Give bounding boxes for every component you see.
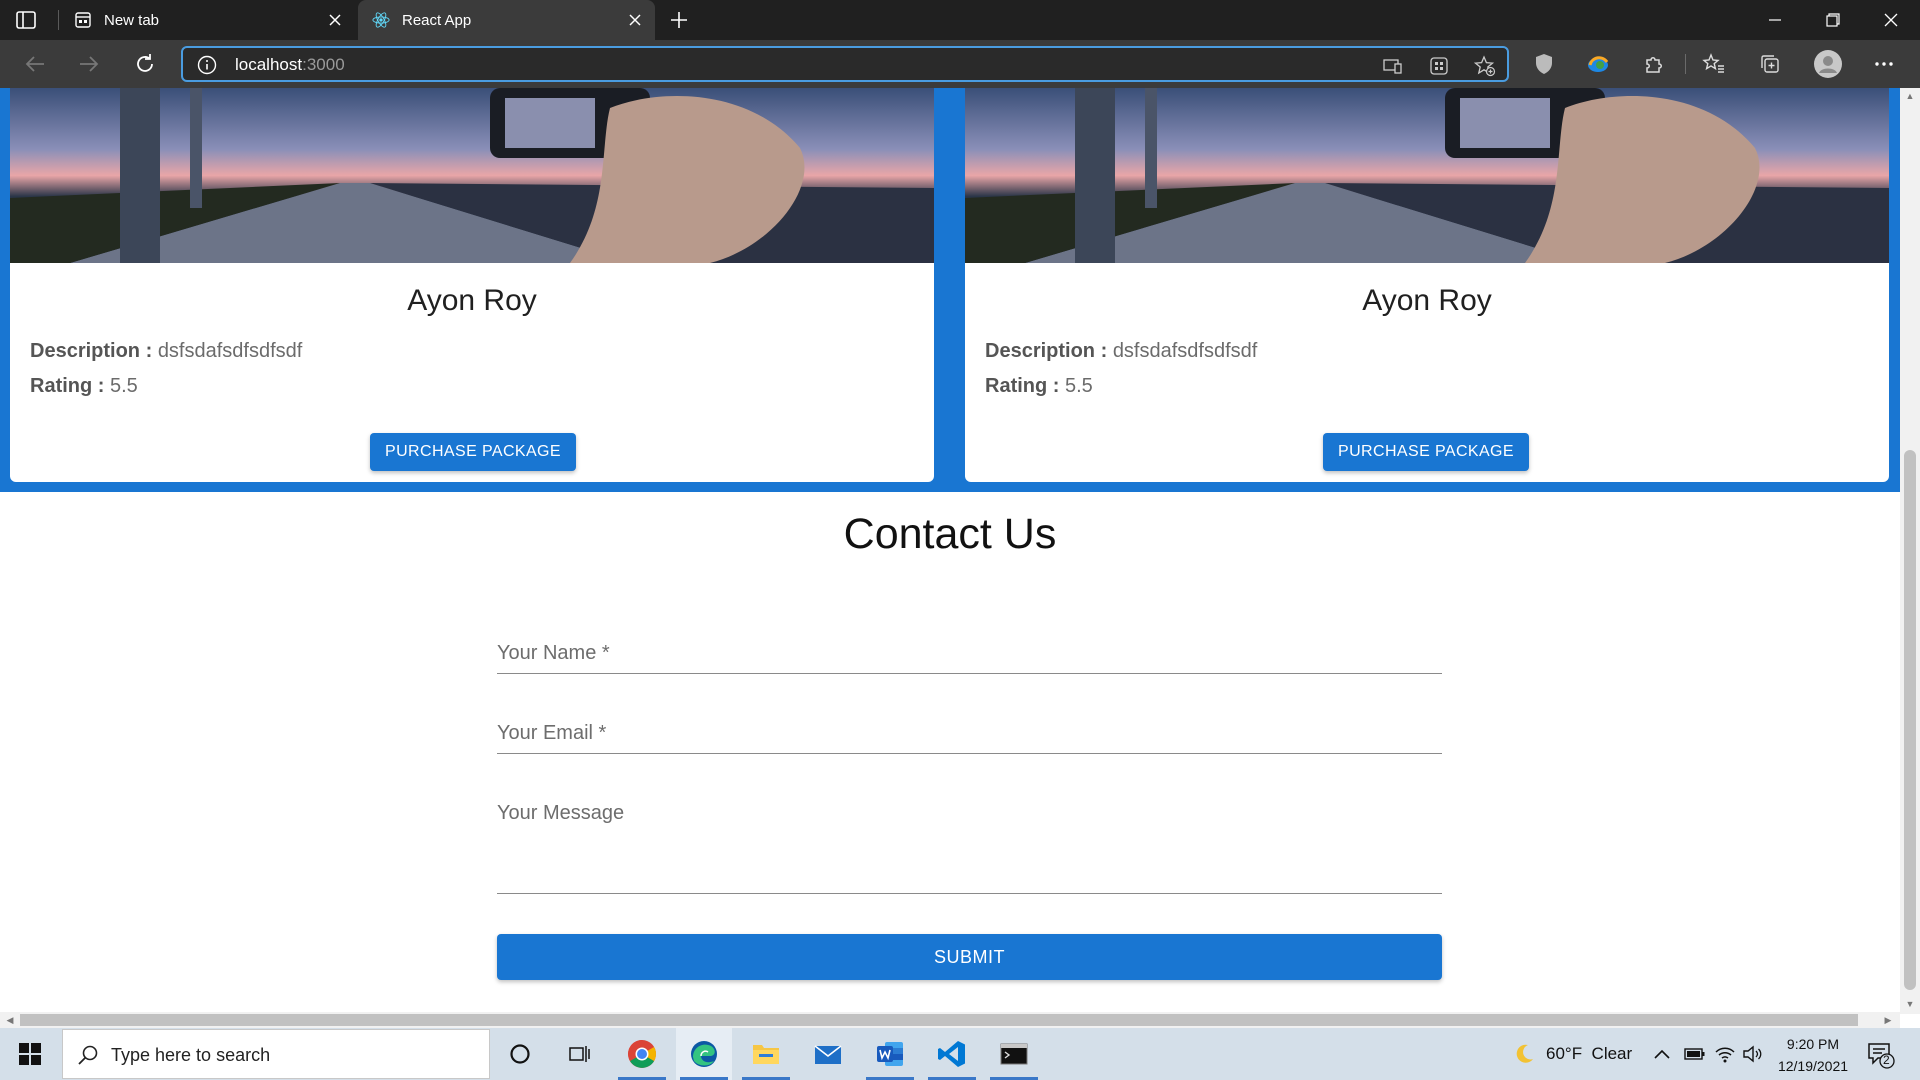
add-favorite-star-icon[interactable] <box>1474 55 1496 77</box>
tab-new-tab[interactable]: New tab <box>60 0 355 40</box>
moon-icon <box>1512 1042 1536 1066</box>
toolbar-separator <box>1685 54 1686 74</box>
show-hidden-icons-chevron-icon[interactable] <box>1654 1028 1670 1080</box>
package-description: Description : dsfsdafsdfsdfsdf <box>985 340 1257 363</box>
browser-tabstrip: New tab React App <box>0 0 1920 40</box>
notification-center-icon[interactable]: 2 <box>1866 1040 1896 1070</box>
profile-avatar-icon[interactable] <box>1814 50 1842 78</box>
tab-react-app[interactable]: React App <box>358 0 655 40</box>
notification-count-badge: 2 <box>1883 1053 1890 1067</box>
package-title: Ayon Roy <box>407 284 537 317</box>
name-field[interactable]: Your Name * <box>497 636 1442 674</box>
clock-time: 9:20 PM <box>1786 1036 1840 1052</box>
email-field-label: Your Email * <box>497 722 607 744</box>
weather-text: 60°F Clear <box>1546 1044 1633 1063</box>
search-placeholder: Type here to search <box>111 1045 271 1065</box>
description-value: dsfsdafsdfsdfsdf <box>157 340 303 362</box>
collections-icon[interactable] <box>1756 50 1784 78</box>
new-tab-button[interactable] <box>664 6 694 34</box>
cortana-icon[interactable] <box>492 1028 548 1080</box>
page-viewport: Ayon Roy Description : dsfsdafsdfsdfsdf … <box>0 88 1900 1014</box>
purchase-package-button[interactable]: PURCHASE PACKAGE <box>1323 433 1529 471</box>
rating-label: Rating : <box>985 375 1060 397</box>
address-bar[interactable]: localhost:3000 <box>181 46 1509 82</box>
apps-grid-icon[interactable] <box>1428 55 1450 77</box>
name-field-label: Your Name * <box>497 642 610 664</box>
back-arrow-icon[interactable] <box>18 48 52 80</box>
edge-browser-icon[interactable] <box>676 1028 732 1080</box>
extensions-puzzle-icon[interactable] <box>1640 50 1668 78</box>
package-photo <box>10 88 934 263</box>
scroll-up-arrow-icon[interactable]: ▲ <box>1900 88 1920 104</box>
close-tab-icon[interactable] <box>621 6 649 34</box>
package-description: Description : dsfsdafsdfsdfsdf <box>30 340 302 363</box>
word-icon[interactable] <box>862 1028 918 1080</box>
task-view-icon[interactable] <box>552 1028 608 1080</box>
package-photo <box>965 88 1889 263</box>
package-card: Ayon Roy Description : dsfsdafsdfsdfsdf … <box>10 88 934 482</box>
vertical-scrollbar[interactable]: ▲ ▼ <box>1900 88 1920 1014</box>
terminal-icon[interactable] <box>986 1028 1042 1080</box>
description-label: Description : <box>985 340 1108 362</box>
package-rating: Rating : 5.5 <box>30 375 138 398</box>
restore-window-icon[interactable] <box>1804 0 1862 40</box>
scroll-left-arrow-icon[interactable]: ◀ <box>2 1012 18 1028</box>
clock-date: 12/19/2021 <box>1777 1058 1849 1074</box>
chrome-icon[interactable] <box>614 1028 670 1080</box>
packages-section: Ayon Roy Description : dsfsdafsdfsdfsdf … <box>0 88 1900 492</box>
package-title: Ayon Roy <box>1362 284 1492 317</box>
scroll-down-arrow-icon[interactable]: ▼ <box>1900 996 1920 1012</box>
tab-title: React App <box>402 11 472 29</box>
message-field[interactable]: Your Message <box>497 796 1442 894</box>
volume-icon[interactable] <box>1742 1028 1762 1080</box>
file-explorer-icon[interactable] <box>738 1028 794 1080</box>
search-icon <box>77 1044 99 1066</box>
new-tab-page-icon <box>74 11 92 29</box>
weather-widget[interactable]: 60°F Clear <box>1512 1028 1632 1080</box>
rating-value: 5.5 <box>1065 375 1093 397</box>
extension-colorful-icon[interactable] <box>1584 50 1612 78</box>
package-card: Ayon Roy Description : dsfsdafsdfsdfsdf … <box>965 88 1889 482</box>
tab-separator <box>58 10 59 30</box>
description-label: Description : <box>30 340 153 362</box>
url-port: :3000 <box>302 55 345 74</box>
horizontal-scroll-thumb[interactable] <box>20 1014 1858 1026</box>
refresh-icon[interactable] <box>128 48 162 80</box>
close-window-icon[interactable] <box>1862 0 1920 40</box>
forward-arrow-icon[interactable] <box>72 48 106 80</box>
vscode-icon[interactable] <box>924 1028 980 1080</box>
favorites-icon[interactable] <box>1700 50 1728 78</box>
tab-actions-icon[interactable] <box>14 8 38 32</box>
contact-heading: Contact Us <box>843 510 1057 558</box>
close-tab-icon[interactable] <box>321 6 349 34</box>
taskbar-search-input[interactable]: Type here to search <box>62 1029 490 1079</box>
more-options-icon[interactable] <box>1870 50 1898 78</box>
email-field[interactable]: Your Email * <box>497 716 1442 754</box>
rating-value: 5.5 <box>110 375 138 397</box>
description-value: dsfsdafsdfsdfsdf <box>1112 340 1258 362</box>
url-host: localhost <box>235 55 303 74</box>
battery-icon[interactable] <box>1684 1028 1706 1080</box>
windows-taskbar: Type here to search 60°F Clear 9:20 PM 1… <box>0 1028 1920 1080</box>
horizontal-scrollbar[interactable]: ◀ ▶ <box>0 1012 1900 1028</box>
minimize-window-icon[interactable] <box>1746 0 1804 40</box>
message-field-label: Your Message <box>497 802 625 824</box>
mail-icon[interactable] <box>800 1028 856 1080</box>
tab-title: New tab <box>104 11 160 29</box>
shield-icon[interactable] <box>1530 50 1558 78</box>
site-info-icon[interactable] <box>197 55 217 75</box>
app-available-icon[interactable] <box>1382 55 1404 77</box>
browser-toolbar: localhost:3000 <box>0 40 1920 88</box>
url-text[interactable]: localhost:3000 <box>235 55 345 75</box>
rating-label: Rating : <box>30 375 105 397</box>
react-logo-icon <box>372 11 390 29</box>
wifi-icon[interactable] <box>1714 1028 1736 1080</box>
vertical-scroll-thumb[interactable] <box>1904 450 1916 990</box>
windows-start-icon[interactable] <box>0 1028 60 1080</box>
scroll-right-arrow-icon[interactable]: ▶ <box>1880 1012 1896 1028</box>
system-clock[interactable]: 9:20 PM 12/19/2021 <box>1768 1033 1858 1077</box>
purchase-package-button[interactable]: PURCHASE PACKAGE <box>370 433 576 471</box>
package-rating: Rating : 5.5 <box>985 375 1093 398</box>
submit-button[interactable]: SUBMIT <box>497 934 1442 980</box>
